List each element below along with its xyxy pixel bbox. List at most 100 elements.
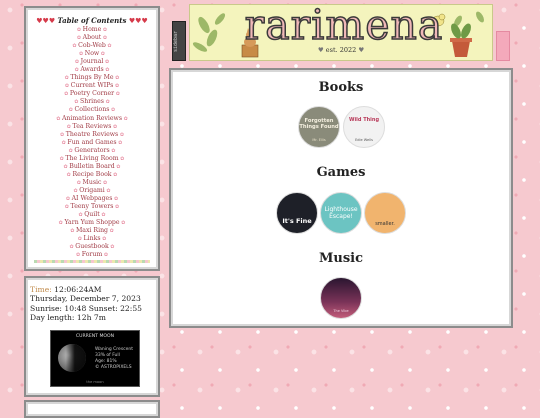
book-1-title: Forgotten Things Found — [299, 118, 339, 130]
nav-item-label[interactable]: Bulletin Board — [69, 163, 114, 170]
nav-item-theatre-reviews[interactable]: ✿ Theatre Reviews ✿ — [26, 131, 158, 139]
nav-item-label[interactable]: AI Webpages — [72, 195, 113, 202]
sun-times: Sunrise: 10:48 Sunset: 22:55 — [30, 303, 142, 313]
nav-item-home[interactable]: ✿ Home ✿ — [26, 26, 158, 34]
pink-tab[interactable] — [496, 31, 510, 61]
nav-item-current-wips[interactable]: ✿ Current WIPs ✿ — [26, 82, 158, 90]
bow-icon: ✿ — [108, 228, 114, 235]
nav-item-label[interactable]: Yarn Yum Shoppe — [64, 219, 119, 226]
nav-item-label[interactable]: Home — [83, 26, 102, 33]
games-heading: Games — [316, 165, 366, 180]
nav-item-maxi-ring[interactable]: ✿ Maxi Ring ✿ — [26, 227, 158, 235]
nav-item-journal[interactable]: ✿ Journal ✿ — [26, 58, 158, 66]
nav-item-the-living-room[interactable]: ✿ The Living Room ✿ — [26, 155, 158, 163]
nav-item-yarn-yum-shoppe[interactable]: ✿ Yarn Yum Shoppe ✿ — [26, 219, 158, 227]
bow-icon: ✿ — [113, 83, 120, 90]
nav-item-label[interactable]: Generators — [74, 147, 109, 154]
bow-icon: ✿ — [112, 195, 119, 202]
nav-item-quilt[interactable]: ✿ Quilt ✿ — [26, 211, 158, 219]
nav-item-now[interactable]: ✿ Now ✿ — [26, 50, 158, 58]
nav-item-generators[interactable]: ✿ Generators ✿ — [26, 147, 158, 155]
game-lighthouse[interactable]: Lighthouse Escape! — [320, 192, 362, 234]
nav-item-fun-and-games[interactable]: ✿ Fun and Games ✿ — [26, 139, 158, 147]
bow-icon: ✿ — [103, 99, 110, 106]
bow-icon: ✿ — [108, 244, 115, 251]
nav-item-label[interactable]: Theatre Reviews — [66, 131, 118, 138]
nav-item-tea-reviews[interactable]: ✿ Tea Reviews ✿ — [26, 123, 158, 131]
established-date: ♥ est. 2022 ♥ — [190, 46, 492, 54]
day-length: Day length: 12h 7m — [30, 313, 106, 323]
moon-widget[interactable]: CURRENT MOON Waning Crescent 33% of Full… — [50, 330, 140, 387]
nav-item-collections[interactable]: ✿ Collections ✿ — [26, 106, 158, 114]
nav-item-label[interactable]: Awards — [80, 66, 103, 73]
nav-item-label[interactable]: About — [83, 34, 102, 41]
bow-icon: ✿ — [99, 51, 105, 58]
nav-item-animation-reviews[interactable]: ✿ Animation Reviews ✿ — [26, 115, 158, 123]
nav-item-cob-web[interactable]: ✿ Cob-Web ✿ — [26, 42, 158, 50]
nav-item-label[interactable]: Recipe Book — [72, 171, 111, 178]
nav-item-teeny-towers[interactable]: ✿ Teeny Towers ✿ — [26, 203, 158, 211]
bow-icon: ✿ — [111, 171, 118, 178]
music-1-title: The Vibe — [333, 309, 349, 313]
nav-item-awards[interactable]: ✿ Awards ✿ — [26, 66, 158, 74]
nav-item-label[interactable]: Collections — [75, 106, 110, 113]
bow-icon: ✿ — [118, 155, 125, 162]
nav-item-label[interactable]: Links — [84, 235, 101, 242]
nav-item-bulletin-board[interactable]: ✿ Bulletin Board ✿ — [26, 163, 158, 171]
nav-item-forum[interactable]: ✿ Forum ✿ — [26, 251, 158, 259]
nav-item-label[interactable]: Poetry Corner — [70, 90, 114, 97]
nav-item-label[interactable]: Now — [85, 50, 99, 57]
nav-item-label[interactable]: The Living Room — [65, 155, 118, 162]
game-1-title: It's Fine — [282, 217, 312, 225]
nav-item-label[interactable]: Animation Reviews — [62, 115, 122, 122]
nav-item-label[interactable]: Tea Reviews — [73, 123, 112, 130]
nav-item-label[interactable]: Music — [83, 179, 102, 186]
hearts-right: ♥♥♥ — [128, 16, 148, 25]
floral-divider — [34, 260, 150, 263]
game-its-fine[interactable]: It's Fine — [276, 192, 318, 234]
nav-item-about[interactable]: ✿ About ✿ — [26, 34, 158, 42]
site-banner[interactable]: rarimena ♥ est. 2022 ♥ — [189, 4, 493, 61]
bow-icon: ✿ — [104, 187, 111, 194]
nav-item-origami[interactable]: ✿ Origami ✿ — [26, 187, 158, 195]
nav-item-shrines[interactable]: ✿ Shrines ✿ — [26, 98, 158, 106]
nav-item-label[interactable]: Maxi Ring — [76, 227, 108, 234]
nav-item-label[interactable]: Forum — [82, 251, 103, 258]
nav-item-label[interactable]: Guestbook — [75, 243, 108, 250]
nav-item-label[interactable]: Shrines — [80, 98, 104, 105]
music-heading: Music — [318, 251, 363, 266]
toc-title: ♥♥♥ Table of Contents ♥♥♥ — [26, 16, 158, 25]
nav-item-ai-webpages[interactable]: ✿ AI Webpages ✿ — [26, 195, 158, 203]
nav-item-label[interactable]: Cob-Web — [78, 42, 106, 49]
moon-foot: the moon — [86, 380, 104, 384]
nav-item-things-by-me[interactable]: ✿ Things By Me ✿ — [26, 74, 158, 82]
book-cover-1[interactable]: Forgotten Things Found Mr. Ellis — [298, 106, 340, 148]
nav-item-poetry-corner[interactable]: ✿ Poetry Corner ✿ — [26, 90, 158, 98]
moon-info: Waning Crescent 33% of Full Age: 81% © A… — [95, 347, 133, 371]
music-cover-1[interactable]: The Vibe — [320, 277, 362, 319]
nav-item-recipe-book[interactable]: ✿ Recipe Book ✿ — [26, 171, 158, 179]
nav-item-label[interactable]: Things By Me — [70, 74, 113, 81]
toc-title-text: Table of Contents — [57, 16, 127, 25]
nav-item-label[interactable]: Origami — [79, 187, 105, 194]
hearts-left: ♥♥♥ — [36, 16, 56, 25]
nav-item-label[interactable]: Fun and Games — [67, 139, 116, 146]
game-smaller[interactable]: smaller. — [364, 192, 406, 234]
site-logo: rarimena — [244, 4, 444, 50]
bow-icon: ✿ — [99, 212, 106, 219]
game-3-title: smaller. — [375, 221, 395, 227]
nav-item-music[interactable]: ✿ Music ✿ — [26, 179, 158, 187]
bow-icon: ✿ — [113, 204, 120, 211]
bow-icon: ✿ — [118, 131, 125, 138]
nav-item-label[interactable]: Quilt — [84, 211, 100, 218]
nav-item-label[interactable]: Current WIPs — [71, 82, 114, 89]
time-label: Time: — [30, 285, 52, 294]
sidebar-toggle[interactable]: sidebar — [172, 21, 186, 61]
nav-item-label[interactable]: Journal — [81, 58, 104, 65]
nav-list: ✿ Home ✿ ✿ About ✿ ✿ Cob-Web ✿ ✿ Now ✿ ✿ Jou… — [26, 26, 158, 259]
nav-item-guestbook[interactable]: ✿ Guestbook ✿ — [26, 243, 158, 251]
book-cover-2[interactable]: Wild Thing Edie Wells — [343, 106, 385, 148]
nav-item-label[interactable]: Teeny Towers — [71, 203, 114, 210]
bow-icon: ✿ — [101, 27, 108, 33]
nav-item-links[interactable]: ✿ Links ✿ — [26, 235, 158, 243]
